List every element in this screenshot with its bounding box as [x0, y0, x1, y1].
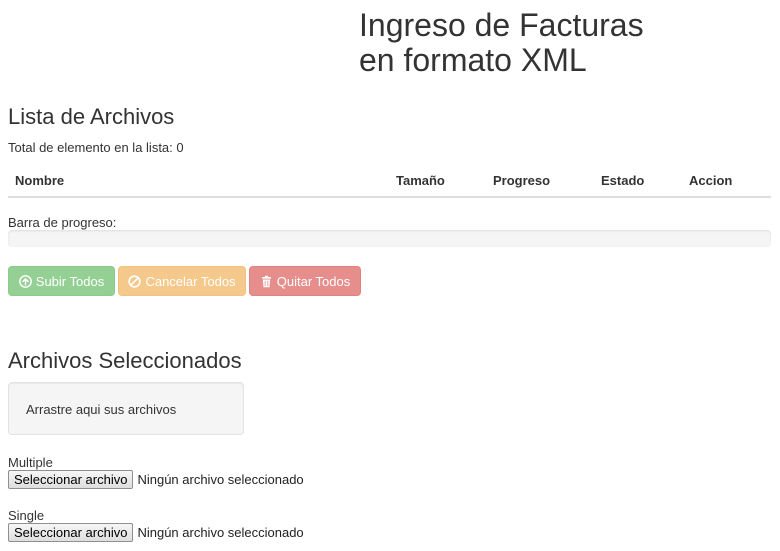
single-no-file-text: Ningún archivo seleccionado — [137, 525, 304, 540]
cancel-all-button[interactable]: Cancelar Todos — [118, 266, 246, 296]
column-header-action: Accion — [682, 167, 771, 198]
circle-arrow-up-icon — [18, 274, 32, 288]
column-header-status: Estado — [594, 167, 682, 198]
page-title-line-1: Ingreso de Facturas — [359, 7, 644, 43]
total-items-label: Total de elemento en la lista: 0 — [8, 140, 184, 155]
upload-all-label: Subir Todos — [35, 273, 105, 289]
single-choose-file-button[interactable]: Seleccionar archivo — [8, 523, 134, 542]
remove-all-button[interactable]: Quitar Todos — [249, 266, 361, 296]
multiple-choose-file-button[interactable]: Seleccionar archivo — [8, 470, 134, 489]
progress-bar-label: Barra de progreso: — [8, 215, 117, 230]
drop-zone-text: Arrastre aqui sus archivos — [26, 402, 177, 417]
remove-all-label: Quitar Todos — [276, 273, 351, 289]
trash-icon — [261, 275, 271, 287]
file-list-heading: Lista de Archivos — [8, 104, 175, 129]
selected-files-heading: Archivos Seleccionados — [8, 348, 242, 373]
progress-bar — [8, 230, 771, 247]
upload-all-button[interactable]: Subir Todos — [8, 266, 115, 296]
single-file-input[interactable]: Seleccionar archivo Ningún archivo selec… — [8, 523, 304, 542]
file-drop-zone[interactable]: Arrastre aqui sus archivos — [8, 382, 244, 435]
cancel-all-label: Cancelar Todos — [145, 273, 236, 289]
column-header-size: Tamaño — [389, 167, 486, 198]
page-title: Ingreso de Facturas en formato XML — [359, 8, 759, 78]
column-header-progress: Progreso — [486, 167, 594, 198]
multiple-no-file-text: Ningún archivo seleccionado — [137, 472, 304, 487]
ban-circle-icon — [128, 274, 142, 288]
column-header-name: Nombre — [8, 167, 389, 198]
table-header-row: Nombre Tamaño Progreso Estado Accion — [8, 167, 771, 198]
single-upload-label: Single — [8, 508, 45, 523]
file-table: Nombre Tamaño Progreso Estado Accion — [8, 167, 771, 198]
page-title-line-2: en formato XML — [359, 42, 587, 78]
multiple-file-input[interactable]: Seleccionar archivo Ningún archivo selec… — [8, 470, 304, 489]
multiple-upload-label: Multiple — [8, 455, 53, 470]
